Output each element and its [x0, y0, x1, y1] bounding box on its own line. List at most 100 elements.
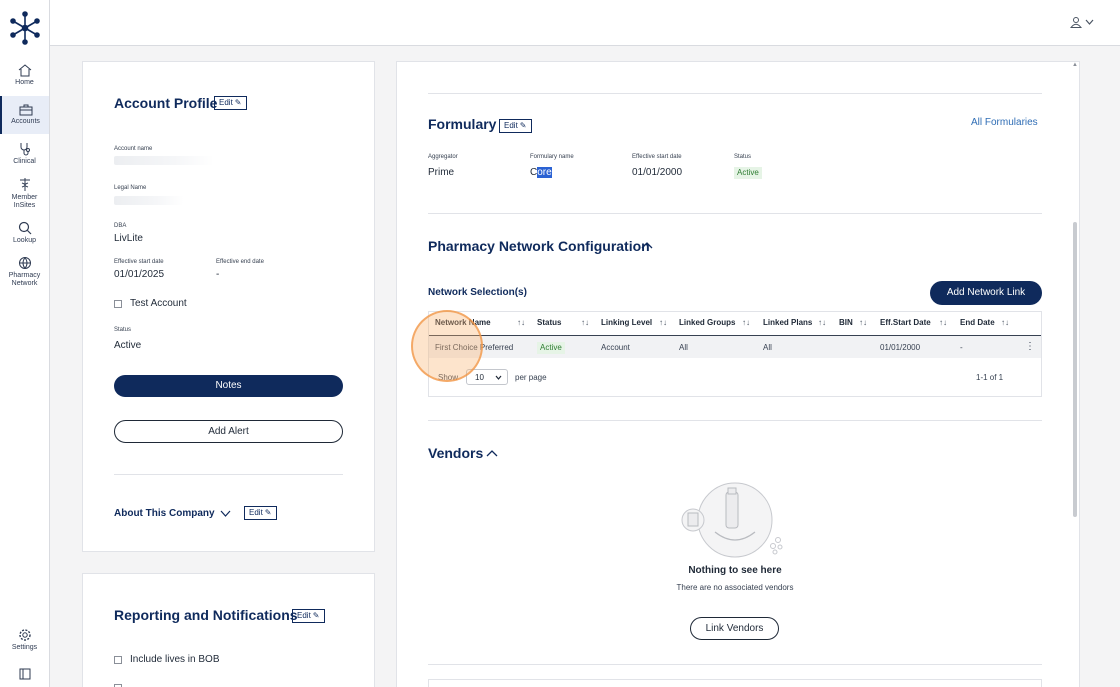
divider — [428, 213, 1042, 214]
eff-end-label: Effective end date — [216, 259, 264, 265]
reporting-card: Reporting and Notifications Edit ✎ Includ… — [82, 573, 375, 687]
all-formularies-link[interactable]: All Formularies — [971, 117, 1038, 128]
main-scrollbar[interactable]: ▲ — [1071, 62, 1079, 687]
sort-icon[interactable]: ↑↓ — [1001, 318, 1009, 327]
empty-state-illustration — [681, 482, 783, 558]
cell-eff-start: 01/01/2000 — [880, 343, 921, 352]
sort-icon[interactable]: ↑↓ — [659, 318, 667, 327]
sidebar-item-clinical[interactable]: Clinical — [0, 142, 49, 166]
column-header[interactable]: Linking Level — [601, 318, 652, 327]
network-table: Network Name ↑↓ Status ↑↓ Linking Level … — [428, 311, 1042, 397]
sidebar-item-label: Settings — [11, 644, 38, 651]
eff-start-value: 01/01/2025 — [114, 269, 165, 280]
divider — [428, 93, 1042, 94]
sidebar-item-home[interactable]: Home — [0, 64, 49, 87]
edit-formulary-button[interactable]: Edit ✎ — [499, 119, 532, 133]
pencil-icon: ✎ — [312, 611, 320, 620]
cell-end-date: - — [960, 343, 963, 352]
cell-linking-level: Account — [601, 343, 630, 352]
add-network-link-button[interactable]: Add Network Link — [930, 281, 1042, 305]
formulary-title: Formulary — [428, 116, 497, 132]
add-alert-button[interactable]: Add Alert — [114, 420, 343, 443]
sidebar-item-label: Home — [15, 79, 34, 86]
per-page-label: per page — [515, 373, 547, 382]
next-section-card — [428, 679, 1042, 687]
sort-icon[interactable]: ↑↓ — [517, 318, 525, 327]
edit-reporting-button[interactable]: Edit ✎ — [292, 609, 325, 623]
account-profile-card: Account Profile Edit ✎ Account name Legal… — [82, 61, 375, 552]
scroll-thumb[interactable] — [1073, 222, 1077, 517]
scroll-up-icon[interactable]: ▲ — [1072, 62, 1078, 68]
about-company-toggle[interactable]: About This Company — [114, 508, 215, 519]
row-menu-icon[interactable]: ⋮ — [1025, 341, 1035, 352]
column-header[interactable]: End Date — [960, 318, 995, 327]
sort-icon[interactable]: ↑↓ — [581, 318, 589, 327]
notes-button[interactable]: Notes — [114, 375, 343, 397]
formulary-status-badge: Active — [734, 167, 762, 179]
main-panel: Formulary Edit ✎ All Formularies Aggregat… — [396, 61, 1080, 687]
test-account-checkbox[interactable] — [114, 300, 122, 308]
sort-icon[interactable]: ↑↓ — [859, 318, 867, 327]
edit-label: Edit — [297, 611, 311, 620]
eff-start-label: Effective start date — [114, 259, 164, 265]
pencil-icon: ✎ — [234, 98, 242, 107]
pencil-icon: ✎ — [519, 121, 527, 130]
formulary-eff-value: 01/01/2000 — [632, 167, 683, 178]
sidebar-item-pharmacy-network[interactable]: Pharmacy Network — [0, 256, 49, 288]
sort-icon[interactable]: ↑↓ — [742, 318, 750, 327]
sidebar-item-label: Clinical — [13, 158, 36, 165]
gear-icon — [18, 629, 31, 641]
divider — [114, 474, 343, 475]
edit-label: Edit — [504, 121, 518, 130]
cell-network-name: First Choice Preferred — [435, 343, 514, 352]
column-header[interactable]: Network Name — [435, 318, 491, 327]
sidebar-item-label: Member InSites — [11, 194, 38, 209]
empty-state-title: Nothing to see here — [688, 565, 782, 576]
column-header[interactable]: Status — [537, 318, 561, 327]
column-header[interactable]: Linked Groups — [679, 318, 735, 327]
sidebar: Home Accounts Clinical Member InSites Lo… — [0, 0, 50, 687]
sidebar-item-label: Lookup — [13, 237, 36, 244]
user-icon — [1070, 17, 1082, 28]
network-selection-title: Network Selection(s) — [428, 287, 527, 298]
app-logo[interactable] — [10, 11, 40, 45]
page-size-select[interactable]: 10 — [466, 369, 508, 385]
search-icon — [18, 221, 31, 235]
divider — [428, 664, 1042, 665]
chevron-down-icon[interactable] — [220, 510, 231, 517]
sidebar-item-lookup[interactable]: Lookup — [0, 221, 49, 245]
table-row[interactable]: First Choice Preferred Active Account Al… — [429, 336, 1041, 358]
pagination-range: 1-1 of 1 — [976, 373, 1004, 382]
column-header[interactable]: Eff.Start Date — [880, 318, 931, 327]
sidebar-item-accounts[interactable]: Accounts — [0, 96, 49, 134]
chevron-up-icon[interactable] — [486, 450, 498, 457]
status-label: Status — [114, 327, 132, 333]
sort-icon[interactable]: ↑↓ — [818, 318, 826, 327]
link-vendors-button[interactable]: Link Vendors — [690, 617, 779, 640]
edit-about-button[interactable]: Edit ✎ — [244, 506, 277, 520]
divider — [428, 420, 1042, 421]
formulary-eff-label: Effective start date — [632, 154, 682, 160]
sidebar-item-label: Pharmacy Network — [8, 272, 41, 287]
test-account-label: Test Account — [130, 298, 187, 309]
dba-label: DBA — [114, 223, 127, 229]
column-header[interactable]: Linked Plans — [763, 318, 812, 327]
sidebar-item-settings[interactable]: Settings — [0, 628, 49, 652]
chevron-down-icon — [1085, 19, 1094, 25]
collapse-sidebar-button[interactable] — [0, 668, 49, 682]
chevron-up-icon[interactable] — [641, 242, 653, 249]
include-lives-checkbox[interactable] — [114, 656, 122, 664]
sort-icon[interactable]: ↑↓ — [939, 318, 947, 327]
top-bar — [50, 0, 1120, 46]
aggregator-value: Prime — [428, 167, 455, 178]
reporting-title: Reporting and Notifications — [114, 607, 298, 623]
cell-linked-groups: All — [679, 343, 688, 352]
status-value: Active — [114, 340, 142, 351]
user-menu[interactable] — [1070, 15, 1098, 31]
show-label: Show — [438, 373, 459, 382]
page-size-value: 10 — [475, 373, 484, 382]
column-header[interactable]: BIN — [839, 318, 853, 327]
sidebar-item-member-insites[interactable]: Member InSites — [0, 177, 49, 210]
edit-profile-button[interactable]: Edit ✎ — [214, 96, 247, 110]
sidebar-collapse-icon — [19, 668, 30, 680]
